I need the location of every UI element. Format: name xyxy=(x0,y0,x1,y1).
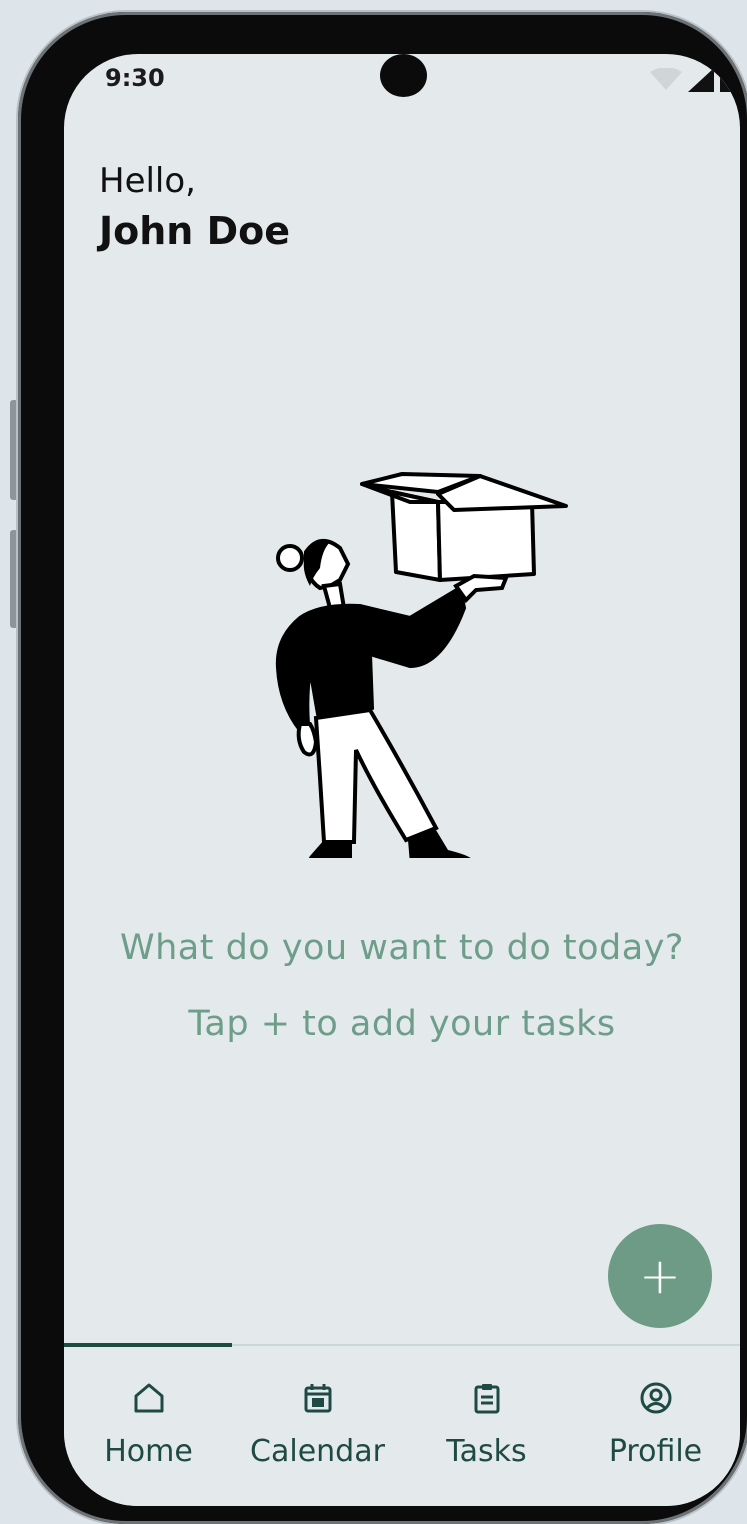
nav-label-tasks: Tasks xyxy=(446,1434,527,1469)
battery-icon xyxy=(720,66,734,92)
app-screen: 9:30 Hello, John Doe What do you want to… xyxy=(64,54,740,1506)
signal-icon xyxy=(688,68,714,92)
add-task-button[interactable]: + xyxy=(608,1224,712,1328)
nav-item-home[interactable]: Home xyxy=(64,1346,233,1476)
nav-label-home: Home xyxy=(104,1434,193,1469)
camera-cutout xyxy=(380,54,427,97)
empty-state-hint: Tap + to add your tasks xyxy=(188,1004,616,1044)
bottom-navigation: Home Calendar Tasks Profile xyxy=(64,1343,740,1506)
nav-item-tasks[interactable]: Tasks xyxy=(402,1346,571,1476)
nav-item-calendar[interactable]: Calendar xyxy=(233,1346,402,1476)
empty-state-title: What do you want to do today? xyxy=(120,928,684,968)
nav-label-profile: Profile xyxy=(608,1434,703,1469)
status-time: 9:30 xyxy=(105,64,165,92)
plus-icon: + xyxy=(639,1247,681,1305)
nav-item-profile[interactable]: Profile xyxy=(571,1346,740,1476)
user-name: John Doe xyxy=(99,209,291,253)
phone-frame: 9:30 Hello, John Doe What do you want to… xyxy=(18,12,747,1524)
calendar-icon xyxy=(303,1380,333,1416)
clipboard-icon xyxy=(473,1380,501,1416)
home-icon xyxy=(132,1380,166,1416)
status-icons xyxy=(650,66,734,92)
nav-label-calendar: Calendar xyxy=(250,1434,385,1469)
volume-up-button[interactable] xyxy=(10,400,18,500)
profile-icon xyxy=(639,1380,673,1416)
volume-down-button[interactable] xyxy=(10,530,18,628)
wifi-icon xyxy=(650,68,682,90)
greeting-hello: Hello, xyxy=(99,161,196,201)
empty-state-illustration xyxy=(275,472,568,858)
